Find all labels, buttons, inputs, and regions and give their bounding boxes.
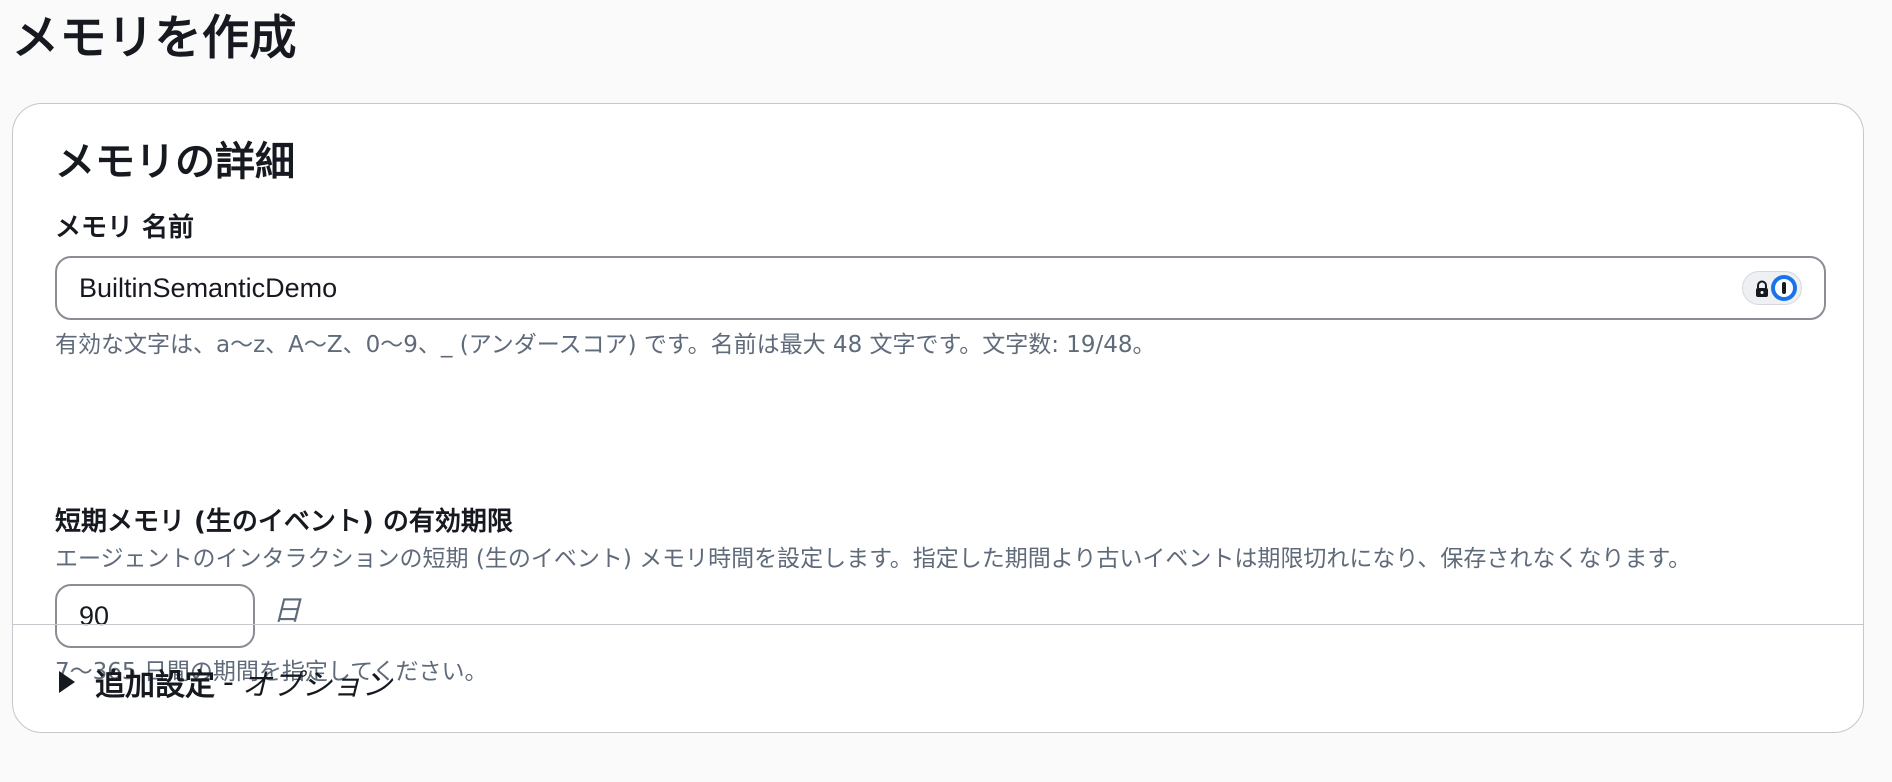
retention-description: エージェントのインタラクションの短期 (生のイベント) メモリ時間を設定します。… bbox=[55, 546, 1692, 572]
additional-settings-optional-label: オプション bbox=[241, 668, 392, 703]
retention-days-field[interactable] bbox=[55, 584, 255, 648]
memory-name-hint: 有効な文字は、a〜z、A〜Z、0〜9、_ (アンダースコア) です。名前は最大 … bbox=[55, 332, 1156, 358]
caret-right-icon bbox=[59, 671, 75, 693]
retention-label: 短期メモリ (生のイベント) の有効期限 bbox=[55, 507, 513, 537]
memory-details-panel: メモリの詳細 メモリ 名前 有効な文字は、a〜z、A〜Z、0〜9、_ (アンダー… bbox=[12, 103, 1864, 733]
lock-icon bbox=[1756, 280, 1768, 297]
divider bbox=[13, 624, 1863, 625]
key-icon bbox=[1771, 275, 1797, 301]
password-manager-button[interactable] bbox=[1742, 271, 1802, 305]
memory-details-body: メモリの詳細 メモリ 名前 有効な文字は、a〜z、A〜Z、0〜9、_ (アンダー… bbox=[13, 104, 1863, 685]
additional-settings-expander[interactable]: 追加設定 - オプション bbox=[55, 656, 392, 708]
retention-unit-label: 日 bbox=[273, 594, 302, 627]
memory-name-label: メモリ 名前 bbox=[55, 213, 195, 243]
memory-name-field[interactable] bbox=[55, 256, 1826, 320]
section-title: メモリの詳細 bbox=[55, 139, 295, 185]
memory-name-input[interactable] bbox=[79, 258, 1679, 318]
page-title: メモリを作成 bbox=[12, 11, 297, 66]
additional-settings-separator: - bbox=[223, 664, 234, 700]
additional-settings-title: 追加設定 bbox=[95, 668, 215, 703]
retention-days-input[interactable] bbox=[79, 586, 239, 646]
